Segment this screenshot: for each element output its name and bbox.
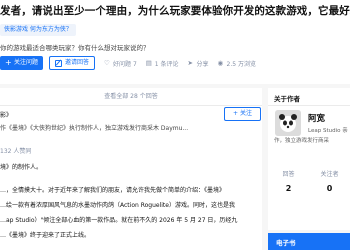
invite-answer-label: 邀请回答 — [65, 59, 90, 66]
answer-card: 查看全部 28 个回答 影》 作《墨境》《大侠狗世纪》执行制作人，独立游戏发行商… — [0, 88, 262, 250]
plus-icon: + — [5, 58, 12, 67]
answer-paragraph-2: …，全情摸大十。对于近年来了解我们的朋友，请允许我先做个简单的介绍：《墨境》 — [0, 187, 226, 194]
good-question-label: 好问题 7 — [113, 60, 137, 68]
ebook-label: 电子书 — [276, 239, 296, 247]
question-detail: 你的游戏最适合哪类玩家？你有什么想对玩家说的？ — [0, 44, 150, 52]
heart-icon: ♡ — [104, 58, 110, 67]
author-name[interactable]: 阿宽 — [308, 112, 325, 124]
avatar[interactable] — [275, 110, 301, 136]
eye-icon: ◉ — [217, 58, 224, 67]
invite-answer-button[interactable]: 邀请回答 — [49, 56, 96, 70]
answer-paragraph-5: …《墨境》终于迎来了正式上线。 — [0, 232, 91, 239]
author-bio-2: 作，独立游戏发行商采 — [274, 138, 330, 144]
author-bio: Leap Studio 亲 — [308, 128, 348, 134]
topic-tag[interactable]: 侠影游戏 何为东方为侠？ — [0, 24, 76, 36]
comments-label: 1 条评论 — [154, 60, 179, 68]
answer-author-line-1: 影》 — [0, 112, 13, 119]
vote-count: 132 人赞同 — [0, 148, 32, 155]
question-title: 发者，请说出至少一个理由，为什么玩家要体验你开发的这款游戏，它最好玩的点在 — [0, 5, 350, 17]
about-author-card: 关于作者 阿宽 Leap Studio 亲 作，独立游戏发行商采 回答 2 关注… — [268, 88, 350, 230]
question-actions: + 关注问题 邀请回答 ♡ 好问题 7 ▤ 1 条评论 ➤ 分享 ◉ 2.5 万… — [0, 56, 256, 70]
followers-stat-value: 0 — [326, 184, 333, 193]
about-author-title: 关于作者 — [274, 95, 300, 103]
answers-stat[interactable]: 回答 2 — [268, 169, 309, 193]
share-button[interactable]: ➤ 分享 — [188, 59, 209, 68]
comments-button[interactable]: ▤ 1 条评论 — [146, 59, 179, 68]
views-label: 2.5 万浏览 — [226, 60, 256, 68]
panda-avatar-icon — [275, 110, 301, 136]
follow-author-button[interactable]: + 关注 — [224, 107, 261, 121]
answer-paragraph-1: 境》的制作人。 — [0, 164, 43, 171]
answer-paragraph-3: …绘一款有着浓厚国风气息的水墨动作肉鸽（Action Roguelite）游戏。… — [0, 202, 235, 209]
good-question-button[interactable]: ♡ 好问题 7 — [104, 59, 137, 68]
followers-stat-label: 关注者 — [320, 171, 339, 178]
follow-question-label: 关注问题 — [14, 59, 39, 66]
view-all-answers[interactable]: 查看全部 28 个回答 — [0, 88, 262, 106]
share-label: 分享 — [196, 60, 209, 68]
answers-stat-value: 2 — [285, 184, 292, 193]
answer-paragraph-4: …ap Studio）"倾注全部心血的第一款作品。就在前不久的 2026 年 5… — [0, 217, 238, 224]
comment-icon: ▤ — [145, 58, 152, 67]
answer-author-line-2: 作《墨境》《大侠狗世纪》执行制作人，独立游戏发行商采木 Daymu... — [0, 125, 189, 132]
answers-stat-label: 回答 — [282, 171, 295, 178]
ebook-banner[interactable]: 电子书 — [268, 233, 350, 250]
follow-question-button[interactable]: + 关注问题 — [0, 56, 44, 70]
followers-stat[interactable]: 关注者 0 — [309, 169, 350, 193]
views-count: ◉ 2.5 万浏览 — [218, 59, 256, 68]
pen-icon — [55, 60, 63, 67]
question-header: 发者，请说出至少一个理由，为什么玩家要体验你开发的这款游戏，它最好玩的点在 侠影… — [0, 0, 350, 84]
share-icon: ➤ — [187, 58, 193, 67]
divider — [268, 105, 350, 106]
